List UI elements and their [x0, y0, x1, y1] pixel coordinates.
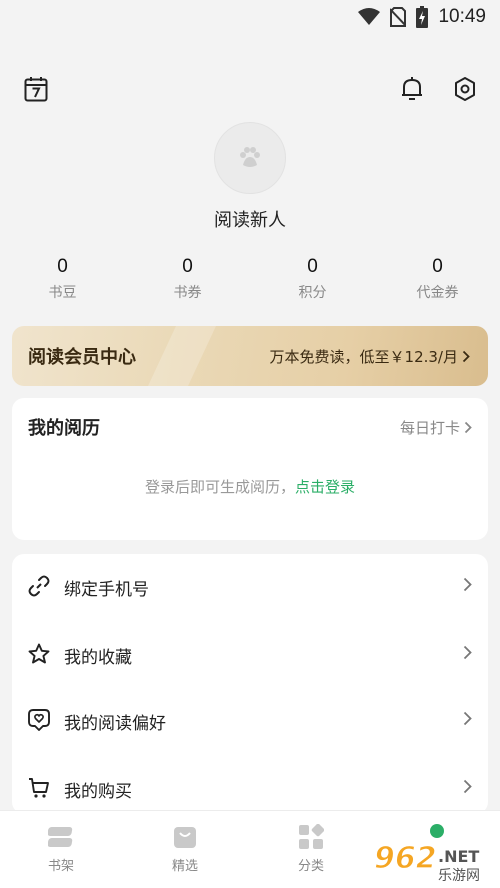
banner-decoration: [143, 326, 221, 386]
vip-center-banner[interactable]: 阅读会员中心 万本免费读，低至￥12.3/月: [12, 326, 488, 386]
vip-title: 阅读会员中心: [28, 347, 136, 368]
chevron-right-icon: [463, 711, 472, 726]
stat-label: 代金券: [416, 285, 459, 301]
nickname[interactable]: 阅读新人: [0, 206, 500, 232]
chevron-right-icon: [463, 645, 472, 660]
chevron-right-icon: [462, 350, 470, 363]
bookshelf-icon: [48, 827, 73, 847]
stat-label: 书豆: [48, 285, 77, 301]
stat-label: 书券: [173, 285, 202, 301]
vip-promo: 万本免费读，低至￥12.3/月: [270, 346, 470, 367]
stat-value: 0: [307, 256, 318, 277]
bag-icon: [174, 827, 196, 848]
tab-label: 书架: [47, 859, 74, 874]
heart-badge-icon: [28, 709, 50, 731]
category-icon: [299, 824, 324, 849]
svg-text:962: 962: [374, 841, 437, 876]
stat-points[interactable]: 0 积分: [250, 256, 375, 302]
stat-coupons[interactable]: 0 书券: [125, 256, 250, 302]
link-icon: [28, 575, 50, 597]
stat-value: 0: [182, 256, 193, 277]
star-icon: [28, 643, 50, 664]
stat-value: 0: [432, 256, 443, 277]
hint-text: 登录后即可生成阅历，: [144, 478, 295, 496]
wifi-icon: [358, 8, 381, 25]
calendar-icon[interactable]: [21, 74, 51, 104]
tab-label: 分类: [297, 859, 324, 874]
chevron-right-icon: [463, 577, 472, 592]
tab-label: 精选: [171, 859, 198, 874]
login-hint: 登录后即可生成阅历，点击登录: [12, 476, 488, 497]
no-sim-icon: [390, 7, 407, 27]
menu-item-label: 绑定手机号: [64, 580, 149, 600]
stat-vouchers[interactable]: 0 代金券: [375, 256, 500, 302]
menu-item-purchases[interactable]: 我的购买: [12, 759, 488, 814]
svg-text:.NET: .NET: [438, 847, 479, 866]
settings-icon[interactable]: [450, 74, 480, 104]
tab-featured[interactable]: 精选: [155, 823, 215, 874]
clock-time: 10:49: [438, 6, 486, 27]
avatar[interactable]: [214, 122, 286, 194]
watermark-logo: 962 .NET 乐游网: [373, 840, 480, 884]
login-link[interactable]: 点击登录: [295, 478, 355, 496]
cart-icon: [29, 778, 49, 798]
stat-value: 0: [57, 256, 68, 277]
stats-row: 0 书豆 0 书券 0 积分 0 代金券: [0, 256, 500, 302]
history-title: 我的阅历: [28, 418, 100, 439]
status-bar: 10:49: [0, 0, 500, 34]
menu-item-bind-phone[interactable]: 绑定手机号: [12, 557, 488, 617]
battery-icon: [416, 6, 429, 28]
paw-icon: [240, 147, 260, 167]
stat-beans[interactable]: 0 书豆: [0, 256, 125, 302]
vip-promo-text: 万本免费读，低至￥12.3/月: [269, 348, 458, 366]
tab-bookshelf[interactable]: 书架: [31, 823, 91, 874]
svg-text:乐游网: 乐游网: [438, 868, 480, 884]
stat-label: 积分: [298, 285, 327, 301]
tab-profile-active-dot[interactable]: [430, 824, 444, 838]
menu-item-label: 我的收藏: [64, 648, 132, 668]
menu-item-reading-preference[interactable]: 我的阅读偏好: [12, 691, 488, 751]
checkin-label: 每日打卡: [399, 419, 460, 437]
chevron-right-icon: [464, 421, 472, 434]
bell-icon[interactable]: [397, 74, 427, 104]
daily-checkin-link[interactable]: 每日打卡: [400, 417, 472, 438]
menu-item-label: 我的阅读偏好: [64, 714, 166, 734]
menu-item-label: 我的购买: [64, 782, 132, 802]
tab-category[interactable]: 分类: [281, 823, 341, 874]
reading-history-card: 我的阅历 每日打卡 登录后即可生成阅历，点击登录: [12, 398, 488, 540]
chevron-right-icon: [463, 779, 472, 794]
menu-item-favorites[interactable]: 我的收藏: [12, 625, 488, 685]
menu-list: 绑定手机号 我的收藏 我的阅读偏好 我的购买: [12, 554, 488, 814]
